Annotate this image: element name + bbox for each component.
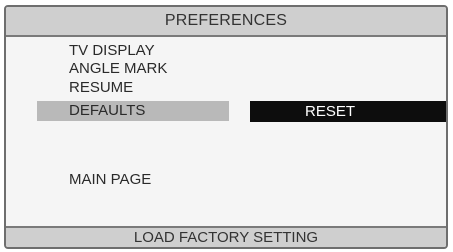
menu-item-angle-mark[interactable]: ANGLE MARK: [69, 60, 167, 78]
page-title-text: PREFERENCES: [164, 12, 288, 29]
page-title: PREFERENCES: [6, 7, 446, 37]
menu-item-defaults[interactable]: DEFAULTS: [37, 101, 229, 121]
menu-item-resume[interactable]: RESUME: [69, 79, 133, 97]
menu-item-tv-display[interactable]: TV DISPLAY: [69, 42, 155, 60]
preferences-osd-panel: PREFERENCES TV DISPLAY ANGLE MARK RESUME…: [4, 5, 448, 249]
menu-list: TV DISPLAY ANGLE MARK RESUME DEFAULTS MA…: [6, 38, 446, 214]
reset-option[interactable]: RESET: [250, 101, 446, 122]
status-hint-text: LOAD FACTORY SETTING: [133, 229, 319, 246]
menu-item-main-page[interactable]: MAIN PAGE: [69, 171, 151, 189]
status-hint-bar: LOAD FACTORY SETTING: [6, 226, 446, 247]
